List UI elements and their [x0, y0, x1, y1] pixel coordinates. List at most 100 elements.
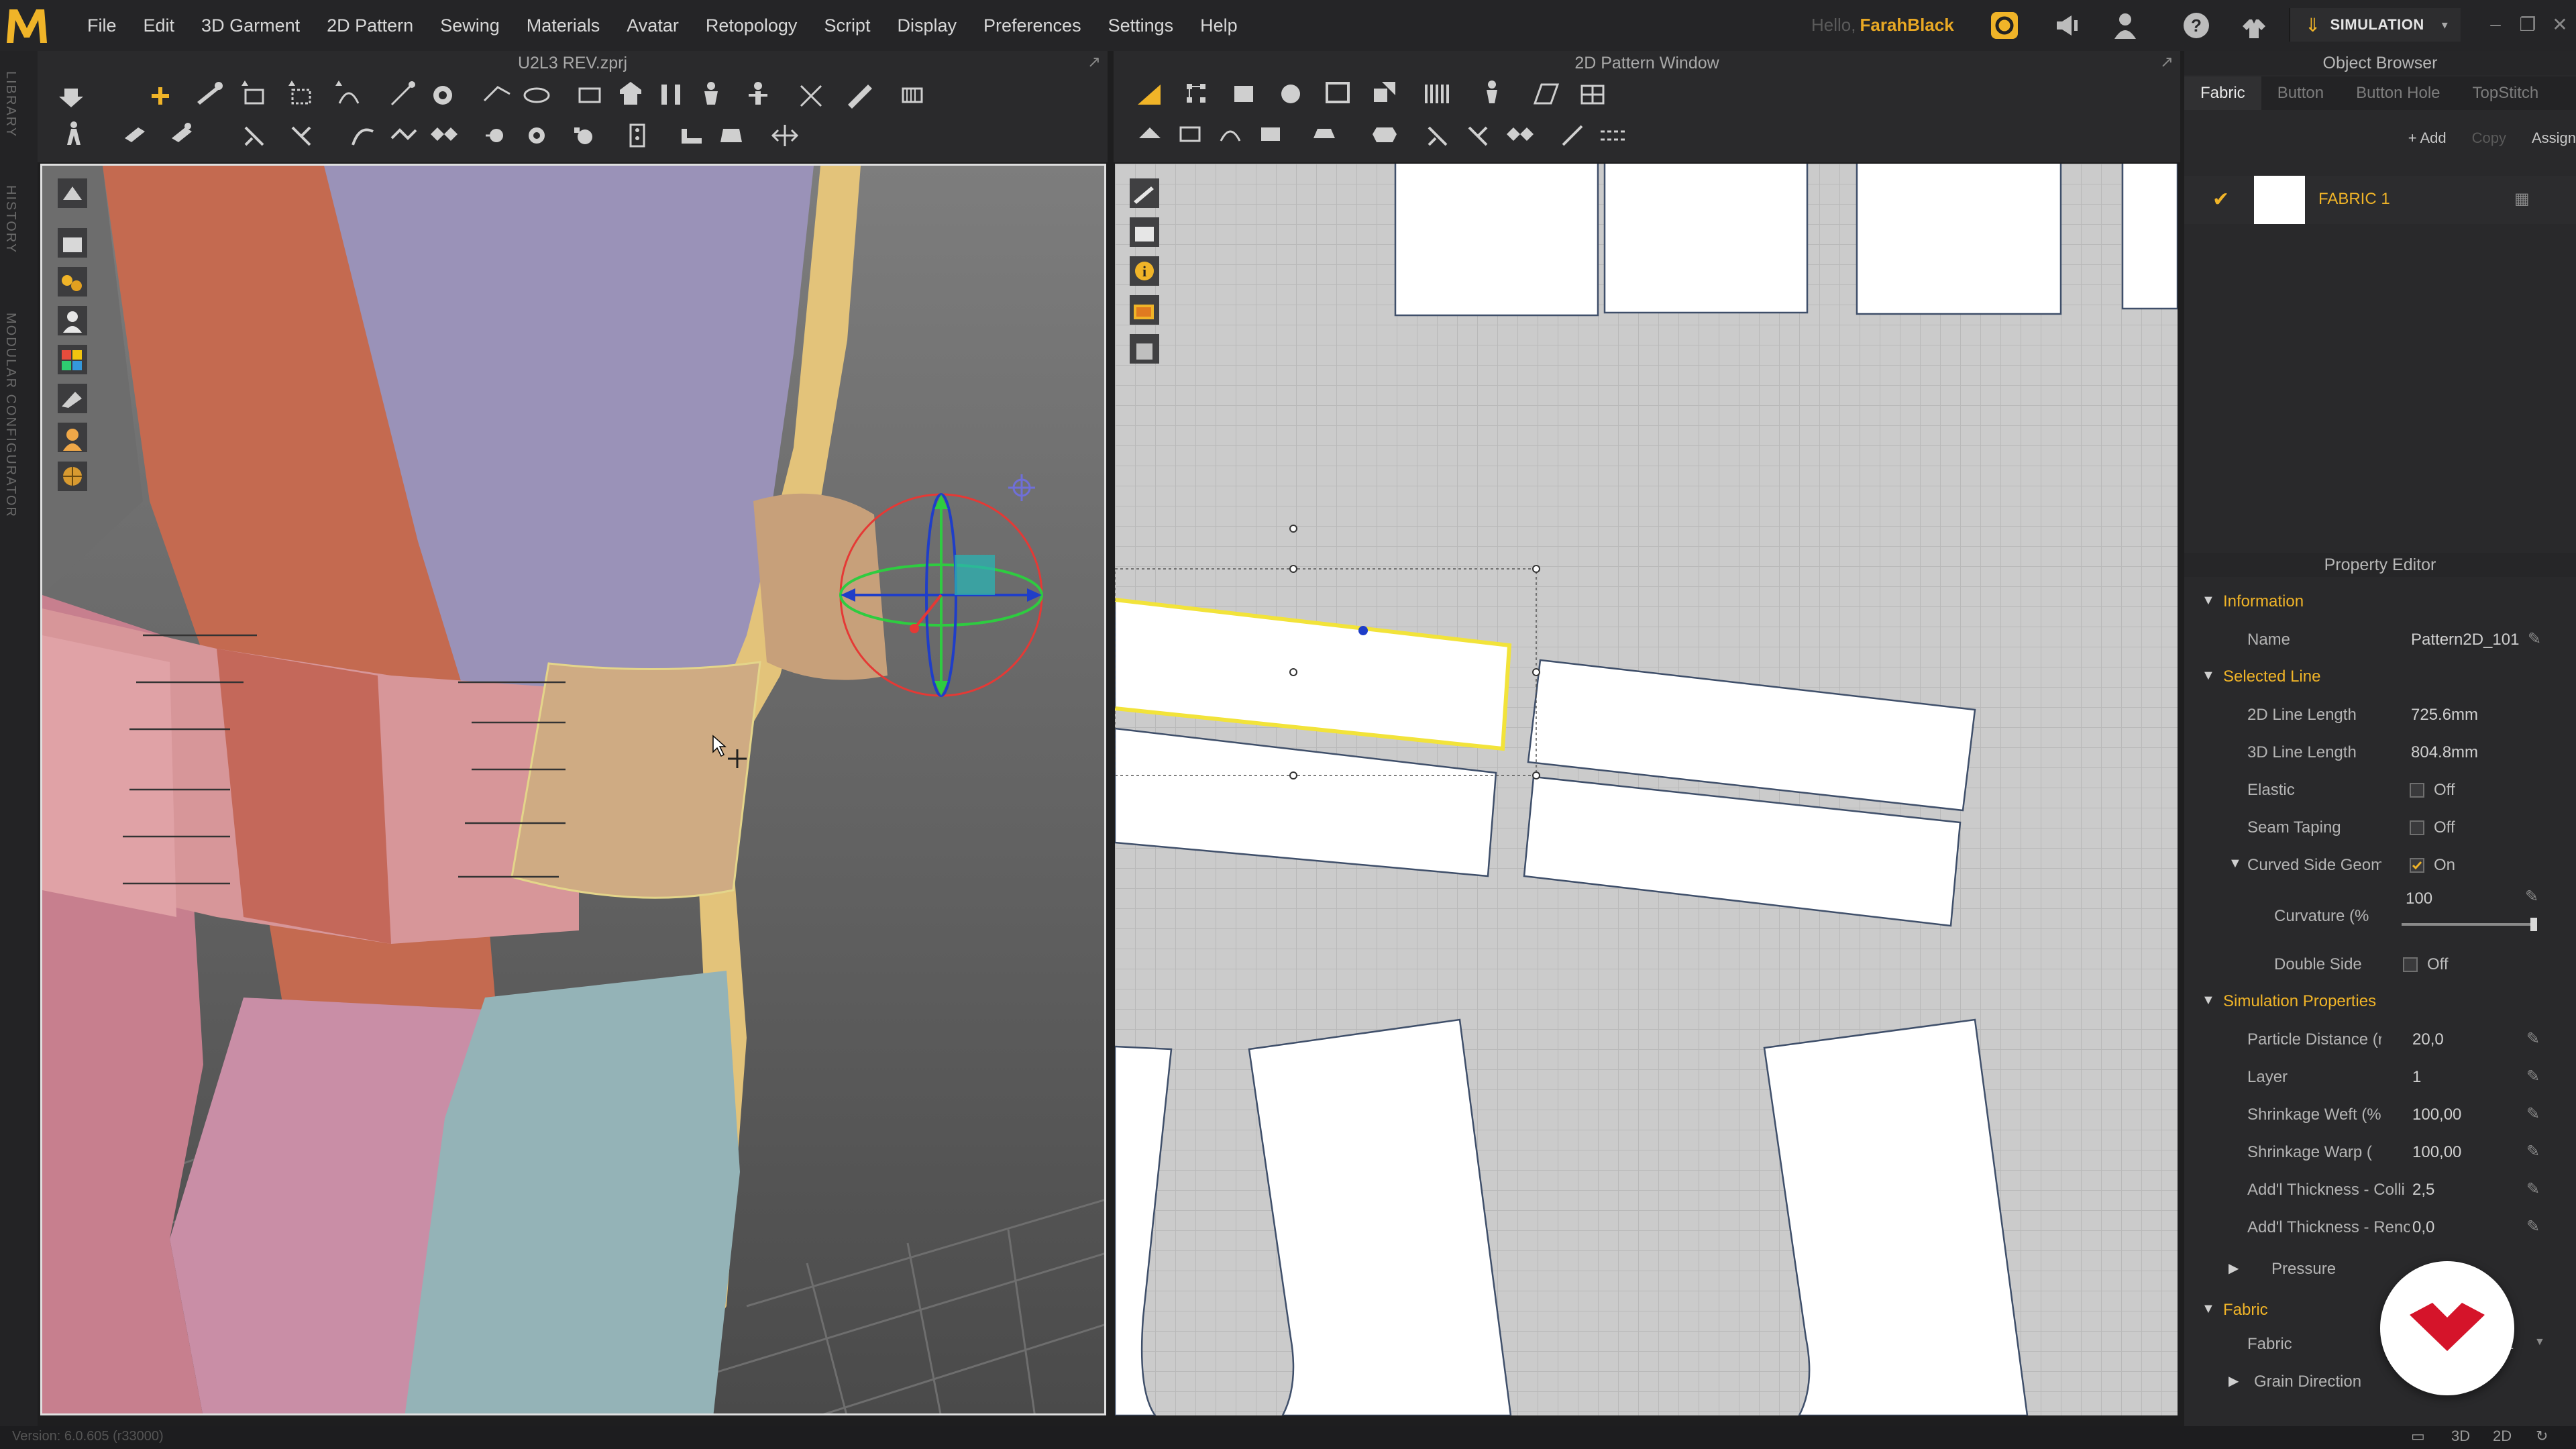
- undock-icon[interactable]: ↗: [1087, 52, 1101, 72]
- view-2d-button[interactable]: 2D: [2493, 1428, 2512, 1445]
- menu-preferences[interactable]: Preferences: [970, 0, 1095, 51]
- section-information[interactable]: ▼ Information: [2184, 584, 2576, 621]
- pencil-icon[interactable]: ✎: [2526, 1029, 2540, 1049]
- pattern-piece[interactable]: [1248, 1018, 1512, 1415]
- prop-value: Off: [2434, 781, 2455, 799]
- pencil-icon[interactable]: ✎: [2528, 629, 2541, 649]
- wardrobe-icon[interactable]: [2238, 9, 2270, 42]
- prop-value[interactable]: 0,0: [2412, 1218, 2434, 1237]
- menu-materials[interactable]: Materials: [513, 0, 614, 51]
- library-tab[interactable]: LIBRARY: [3, 71, 18, 138]
- pencil-icon[interactable]: ✎: [2526, 1179, 2540, 1199]
- pattern-piece[interactable]: [1763, 1018, 2029, 1415]
- 2d-toolbar-icons[interactable]: [1114, 75, 2180, 162]
- pencil-icon[interactable]: ✎: [2525, 887, 2538, 906]
- pattern-pieces[interactable]: [1115, 164, 2178, 1415]
- tab-button-hole[interactable]: Button Hole: [2340, 76, 2456, 110]
- menu-edit[interactable]: Edit: [130, 0, 189, 51]
- 2d-window-titlebar: 2D Pattern Window ↗: [1114, 51, 2180, 75]
- fabric-settings-icon[interactable]: ▦: [2514, 189, 2530, 209]
- menu-help[interactable]: Help: [1187, 0, 1251, 51]
- pattern-piece[interactable]: [2121, 164, 2178, 310]
- pattern-piece[interactable]: [1115, 1045, 1173, 1415]
- menu-retopology[interactable]: Retopology: [692, 0, 811, 51]
- prop-value[interactable]: 725.6mm: [2411, 706, 2478, 724]
- pencil-icon[interactable]: ✎: [2526, 1067, 2540, 1086]
- help-icon[interactable]: ?: [2180, 9, 2212, 42]
- 3d-viewport[interactable]: [40, 164, 1106, 1415]
- tab-button[interactable]: Button: [2261, 76, 2340, 110]
- 2d-window-title: 2D Pattern Window: [1574, 54, 1719, 72]
- prop-thickness-rendering: Add'l Thickness - Renc 0,0 ✎: [2184, 1209, 2576, 1246]
- user-icon[interactable]: [2109, 9, 2141, 42]
- curvature-slider-track[interactable]: [2402, 923, 2536, 926]
- prop-label: 3D Line Length: [2247, 743, 2357, 761]
- view-3d-button[interactable]: 3D: [2451, 1428, 2470, 1445]
- pattern-piece[interactable]: [1394, 164, 1599, 317]
- view-single-icon[interactable]: ▭: [2411, 1428, 2425, 1445]
- add-button[interactable]: + Add: [2408, 129, 2447, 147]
- seam-taping-checkbox[interactable]: [2410, 820, 2424, 835]
- restore-icon[interactable]: ❐: [2514, 13, 2541, 38]
- prop-label: Grain Direction: [2254, 1373, 2362, 1391]
- menu-2d-pattern[interactable]: 2D Pattern: [313, 0, 427, 51]
- menu-script[interactable]: Script: [810, 0, 883, 51]
- 2d-toolbar: [1114, 75, 2180, 162]
- chevron-down-icon[interactable]: ▾: [2442, 18, 2448, 32]
- chevron-down-icon[interactable]: ▼: [2534, 1336, 2545, 1348]
- caret-down-icon: ▼: [2202, 593, 2215, 608]
- copy-button[interactable]: Copy: [2472, 129, 2506, 147]
- pencil-icon[interactable]: ✎: [2526, 1142, 2540, 1161]
- double-side-checkbox[interactable]: [2403, 957, 2418, 972]
- refresh-icon[interactable]: ↻: [2536, 1428, 2548, 1445]
- menu-sewing[interactable]: Sewing: [427, 0, 513, 51]
- undock-icon[interactable]: ↗: [2160, 52, 2174, 72]
- prop-value[interactable]: 1: [2412, 1068, 2421, 1087]
- tab-topstitch[interactable]: TopStitch: [2457, 76, 2555, 110]
- prop-value[interactable]: 20,0: [2412, 1030, 2444, 1049]
- history-tab[interactable]: HISTORY: [3, 185, 18, 254]
- menu-display[interactable]: Display: [883, 0, 970, 51]
- modular-configurator-tab[interactable]: MODULAR CONFIGURATOR: [3, 313, 18, 518]
- prop-value[interactable]: 100: [2406, 890, 2432, 908]
- fabric-list-item[interactable]: ✔ FABRIC 1 ▦: [2184, 176, 2576, 224]
- prop-value[interactable]: Pattern2D_101: [2411, 631, 2519, 649]
- simulation-button[interactable]: ⇓ SIMULATION ▾: [2289, 8, 2461, 42]
- pattern-piece[interactable]: [1856, 164, 2062, 315]
- close-icon[interactable]: ✕: [2546, 13, 2573, 38]
- announcement-icon[interactable]: [2051, 9, 2084, 42]
- elastic-checkbox[interactable]: [2410, 783, 2424, 798]
- prop-value[interactable]: 100,00: [2412, 1143, 2461, 1162]
- display-avatar-icon: [58, 178, 87, 208]
- curvature-slider-handle[interactable]: [2530, 918, 2537, 931]
- selected-point[interactable]: [1358, 626, 1368, 635]
- clo-set-icon[interactable]: [1988, 9, 2021, 42]
- pattern-piece[interactable]: [1115, 727, 1497, 877]
- prop-label: Curvature (%: [2274, 907, 2369, 925]
- prop-layer: Layer 1 ✎: [2184, 1059, 2576, 1096]
- prop-label: Name: [2247, 631, 2291, 649]
- curved-side-checkbox[interactable]: [2410, 858, 2424, 873]
- section-simulation-properties[interactable]: ▼ Simulation Properties: [2184, 983, 2576, 1021]
- pencil-icon[interactable]: ✎: [2526, 1104, 2540, 1124]
- minimize-icon[interactable]: –: [2482, 13, 2509, 38]
- menu-avatar[interactable]: Avatar: [613, 0, 692, 51]
- object-browser-actions: + Add Copy Assign: [2184, 125, 2576, 152]
- assign-button[interactable]: Assign: [2532, 129, 2576, 147]
- user-name[interactable]: FarahBlack: [1860, 15, 1953, 35]
- selected-belt-tab[interactable]: [511, 661, 761, 899]
- 2d-pattern-canvas[interactable]: [1115, 164, 2178, 1415]
- pencil-icon[interactable]: ✎: [2526, 1217, 2540, 1236]
- 3d-scene[interactable]: [42, 166, 1106, 1415]
- pattern-piece[interactable]: [1603, 164, 1809, 314]
- prop-value[interactable]: 100,00: [2412, 1106, 2461, 1124]
- section-selected-line[interactable]: ▼ Selected Line: [2184, 659, 2576, 696]
- menu-3d-garment[interactable]: 3D Garment: [188, 0, 313, 51]
- prop-value[interactable]: 2,5: [2412, 1181, 2434, 1199]
- caret-down-icon[interactable]: ▼: [2229, 856, 2242, 871]
- menu-settings[interactable]: Settings: [1095, 0, 1187, 51]
- menu-file[interactable]: File: [74, 0, 130, 51]
- tab-fabric[interactable]: Fabric: [2184, 76, 2261, 110]
- belt-loop-back[interactable]: [753, 493, 888, 680]
- 3d-toolbar-icons[interactable]: [38, 75, 1108, 162]
